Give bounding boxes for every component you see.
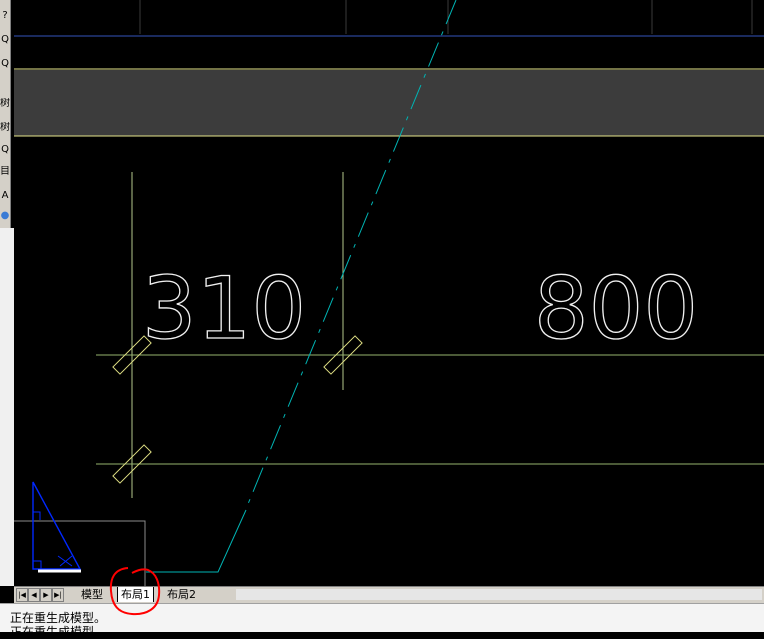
ucs-icon bbox=[32, 481, 82, 573]
toolbar-tool-2[interactable]: Q bbox=[0, 34, 10, 46]
left-gutter bbox=[0, 228, 14, 586]
toolbar-tool-9[interactable]: ● bbox=[0, 210, 10, 222]
drawing-svg: 310 800 bbox=[14, 0, 764, 586]
command-line-2: 正在重生成模型。 bbox=[10, 625, 107, 639]
tab-layout1[interactable]: 布局1 bbox=[117, 587, 154, 602]
toolbar-tool-1[interactable]: ? bbox=[0, 10, 10, 22]
layout-tab-bar: |◀ ◀ ▶ ▶| 模型 布局1 布局2 bbox=[14, 586, 764, 603]
next-tab-button[interactable]: ▶ bbox=[40, 588, 52, 602]
command-line-1: 正在重生成模型。 bbox=[10, 611, 107, 625]
tab-model[interactable]: 模型 bbox=[78, 587, 106, 602]
command-history: 正在重生成模型。 正在重生成模型。 bbox=[0, 603, 764, 639]
toolbar-tool-5[interactable]: 树 bbox=[0, 122, 10, 134]
drawing-canvas[interactable]: 310 800 bbox=[14, 0, 764, 586]
prev-tab-button[interactable]: ◀ bbox=[28, 588, 40, 602]
dimension-text-310: 310 bbox=[142, 259, 306, 359]
tab-layout2[interactable]: 布局2 bbox=[164, 587, 199, 602]
dimension-text-800: 800 bbox=[534, 259, 698, 359]
toolbar-tool-6[interactable]: Q bbox=[0, 144, 10, 156]
horizontal-scrollbar[interactable] bbox=[236, 589, 762, 600]
toolbar-tool-4[interactable]: 树 bbox=[0, 98, 10, 110]
toolbar-tool-7[interactable]: 目 bbox=[0, 166, 10, 178]
draw-toolbar: ? Q Q 树 树 Q 目 A ● bbox=[0, 0, 11, 228]
first-tab-button[interactable]: |◀ bbox=[16, 588, 28, 602]
solid-cyan-line bbox=[146, 509, 247, 573]
toolbar-tool-8[interactable]: A bbox=[0, 190, 10, 202]
gray-band bbox=[14, 70, 764, 136]
last-tab-button[interactable]: ▶| bbox=[52, 588, 64, 602]
top-grid bbox=[139, 0, 753, 34]
toolbar-tool-3[interactable]: Q bbox=[0, 58, 10, 70]
